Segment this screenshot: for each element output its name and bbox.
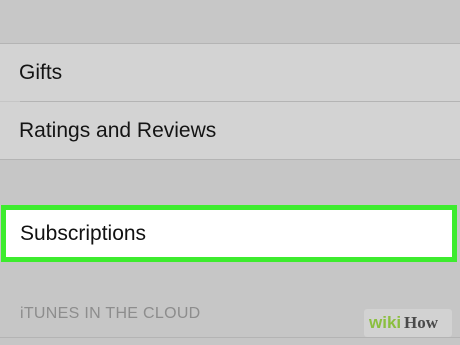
subscriptions-row[interactable]: Subscriptions [1,205,457,262]
settings-screen: Gifts Ratings and Reviews Subscriptions … [0,0,460,345]
watermark-wiki-text: wiki [369,313,402,332]
ratings-and-reviews-row[interactable]: Ratings and Reviews [0,102,460,159]
gifts-row[interactable]: Gifts [0,44,460,101]
watermark-how-text: How [404,313,438,332]
top-section-gap [0,0,460,43]
subscriptions-label: Subscriptions [20,221,147,245]
row-divider [0,337,460,338]
gifts-label: Gifts [19,60,63,84]
section-header-itunes-in-the-cloud: iTUNES IN THE CLOUD [20,305,201,322]
wikihow-watermark: wiki How [364,309,452,337]
section-gap [0,160,460,205]
ratings-and-reviews-label: Ratings and Reviews [19,118,217,142]
